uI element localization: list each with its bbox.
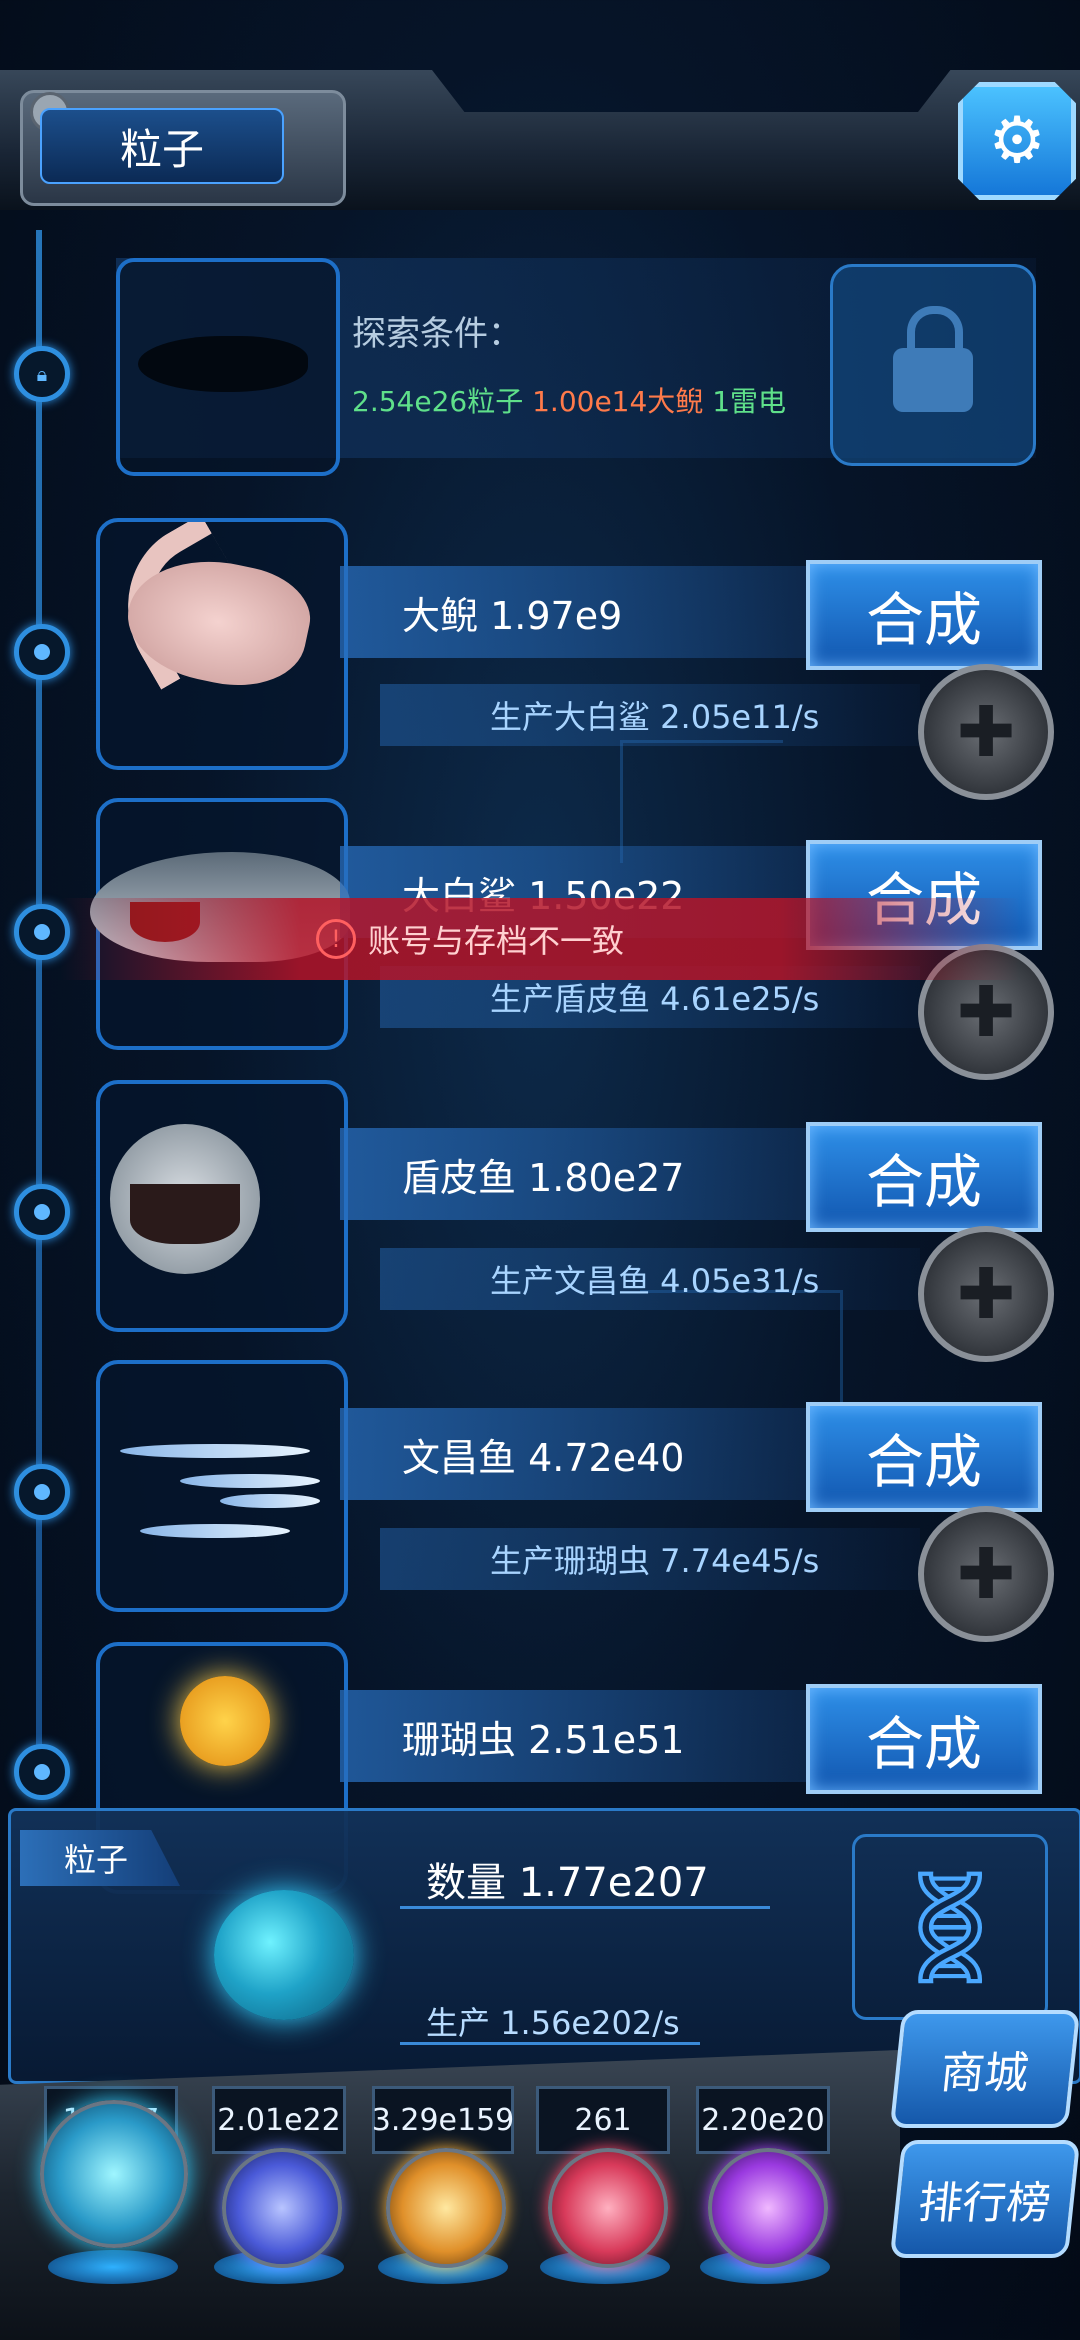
shop-button[interactable]: 商城 — [889, 2010, 1080, 2128]
plus-icon: ✚ — [956, 1253, 1016, 1335]
creature-portrait-lancelet — [96, 1360, 348, 1612]
rail-node — [14, 1464, 70, 1520]
progress-rail — [36, 230, 42, 1790]
synthesize-button[interactable]: 合成 — [806, 1122, 1042, 1232]
synthesize-button[interactable]: 合成 — [806, 560, 1042, 670]
creature-production: 生产珊瑚虫 7.74e45/s — [380, 1528, 920, 1590]
plus-icon: ✚ — [956, 1533, 1016, 1615]
brain-orb-icon[interactable] — [548, 2148, 668, 2268]
exclamation-icon: ! — [315, 919, 356, 959]
count-underline — [400, 1906, 770, 1909]
creature-production: 生产文昌鱼 4.05e31/s — [380, 1248, 920, 1310]
creature-portrait-placoderm — [96, 1080, 348, 1332]
circuit-decoration — [620, 740, 783, 863]
galaxy-orb-icon[interactable] — [386, 2148, 506, 2268]
locked-creature-silhouette — [138, 336, 308, 392]
coral-polyp-icon — [180, 1676, 270, 1766]
explore-requirements: 2.54e26粒子 1.00e14大鲵 1雷电 — [352, 380, 786, 420]
orb-stand — [48, 2250, 178, 2284]
rate-underline — [400, 2042, 700, 2045]
lock-icon — [893, 306, 973, 412]
page-title: 粒子 — [40, 108, 284, 184]
gear-icon: ⚙ — [988, 104, 1046, 178]
lock-icon: 🔒︎ — [36, 362, 48, 386]
dna-icon: 🧬︎ — [852, 1834, 1048, 2020]
particle-orb-icon — [214, 1890, 354, 2020]
vortex-orb-icon[interactable] — [708, 2148, 828, 2268]
synthesize-button[interactable]: 合成 — [806, 1684, 1042, 1794]
upgrade-button[interactable]: ✚ — [918, 664, 1054, 800]
leaderboard-button[interactable]: 排行榜 — [889, 2140, 1080, 2258]
upgrade-button[interactable]: ✚ — [918, 1226, 1054, 1362]
plus-icon: ✚ — [956, 971, 1016, 1053]
settings-button[interactable]: ⚙ — [958, 82, 1076, 200]
particle-rate: 生产 1.56e202/s — [426, 2004, 680, 2042]
particle-count: 数量 1.77e207 — [426, 1860, 709, 1906]
explore-title: 探索条件： — [352, 314, 522, 354]
rail-lock-node: 🔒︎ — [14, 346, 70, 402]
requirement-thunder: 1雷电 — [712, 385, 787, 418]
explore-lock-button[interactable] — [830, 264, 1036, 466]
particle-orb-icon[interactable] — [40, 2100, 188, 2248]
creature-portrait-salamander — [96, 518, 348, 770]
rail-node — [14, 1184, 70, 1240]
requirement-salamander: 1.00e14大鲵 — [532, 385, 704, 418]
error-toast: ! 账号与存档不一致 — [60, 898, 1020, 980]
resource-value: 2.20e20 — [696, 2086, 830, 2154]
resource-value: 3.29e159 — [372, 2086, 514, 2154]
resource-value: 2.01e22 — [212, 2086, 346, 2154]
requirement-particles: 2.54e26粒子 — [352, 385, 524, 418]
lancelet-icon — [120, 1444, 310, 1458]
upgrade-button[interactable]: ✚ — [918, 1506, 1054, 1642]
plus-icon: ✚ — [956, 691, 1016, 773]
rail-node — [14, 1744, 70, 1800]
rail-node — [14, 624, 70, 680]
synthesize-button[interactable]: 合成 — [806, 1402, 1042, 1512]
creature-production: 生产大白鲨 2.05e11/s — [380, 684, 920, 746]
lightning-orb-icon[interactable] — [222, 2148, 342, 2268]
resource-value: 261 — [536, 2086, 670, 2154]
error-message: 账号与存档不一致 — [367, 922, 624, 960]
